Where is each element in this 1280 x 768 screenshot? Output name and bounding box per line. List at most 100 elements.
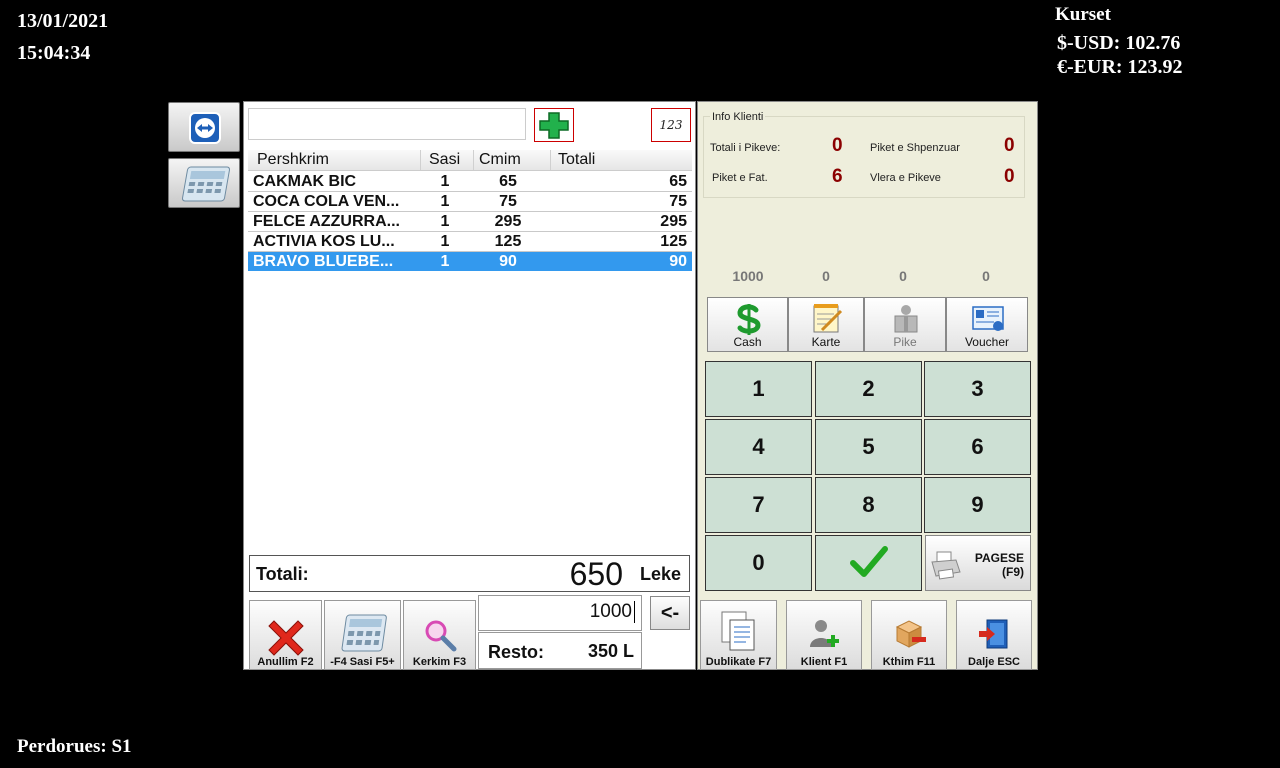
tender-card-label: Karte <box>811 335 841 349</box>
item-quantity: 1 <box>440 213 450 230</box>
rates-title: Kurset <box>1055 4 1111 25</box>
date-display: 13/01/2021 <box>17 10 109 32</box>
exit-door-icon <box>979 619 1008 649</box>
item-price: 75 <box>499 193 517 210</box>
cancel-x-icon <box>268 620 304 656</box>
tender-cash-button[interactable]: Cash <box>707 297 788 352</box>
col-price: Cmim <box>479 151 521 168</box>
table-row[interactable]: ACTIVIA KOS LU... 1 125 125 <box>248 232 692 252</box>
search-label: Kerkim F3 <box>412 656 467 668</box>
calculator-button[interactable] <box>168 158 240 208</box>
calculator-icon <box>341 614 387 652</box>
item-description: COCA COLA VEN... <box>253 193 400 210</box>
client-button[interactable]: Klient F1 <box>786 600 862 670</box>
table-row[interactable]: CAKMAK BIC 1 65 65 <box>248 172 692 192</box>
quantity-button[interactable]: -F4 Sasi F5+ <box>324 600 401 670</box>
pay-button-line2: (F9) <box>1002 565 1024 579</box>
item-description: BRAVO BLUEBE... <box>253 253 394 270</box>
item-quantity: 1 <box>440 173 450 190</box>
plus-icon <box>539 112 569 139</box>
client-info-title: Info Klienti <box>710 111 766 123</box>
cash-amount: 1000 <box>732 268 764 284</box>
total-points-value: 0 <box>832 135 843 156</box>
grid-header: Pershkrim Sasi Cmim Totali <box>248 150 692 171</box>
cash-dollar-icon <box>737 304 761 335</box>
tender-points-label: Pike <box>893 335 917 349</box>
item-price: 65 <box>499 173 517 190</box>
duplicate-document-icon <box>721 611 755 651</box>
add-client-icon <box>810 620 839 647</box>
key-8[interactable]: 8 <box>815 477 922 533</box>
change-box: Resto: 350 L <box>478 632 642 669</box>
voucher-icon <box>972 306 1004 331</box>
item-description: FELCE AZZURRA... <box>253 213 400 230</box>
exit-button[interactable]: Dalje ESC <box>956 600 1032 670</box>
tender-voucher-label: Voucher <box>964 335 1010 349</box>
col-quantity: Sasi <box>429 151 461 168</box>
spent-points-label: Piket e Shpenzuar <box>870 142 960 154</box>
search-button[interactable]: Kerkim F3 <box>403 600 476 670</box>
remote-support-button[interactable] <box>168 102 240 152</box>
payment-input[interactable]: 1000 <box>478 595 642 631</box>
col-description: Pershkrim <box>257 151 330 168</box>
calculator-icon <box>181 166 231 202</box>
card-amount: 0 <box>822 268 830 284</box>
key-2[interactable]: 2 <box>815 361 922 417</box>
key-0[interactable]: 0 <box>705 535 812 591</box>
points-gift-icon <box>894 305 918 333</box>
key-7[interactable]: 7 <box>705 477 812 533</box>
magnifier-icon <box>425 620 457 652</box>
item-total: 295 <box>660 213 687 230</box>
tender-card-button[interactable]: Karte <box>788 297 864 352</box>
eur-rate: €-EUR: 123.92 <box>1057 56 1183 78</box>
item-total: 75 <box>669 193 687 210</box>
points-value-label: Vlera e Pikeve <box>870 172 941 184</box>
checkmark-icon <box>849 546 888 577</box>
time-display: 15:04:34 <box>17 42 91 64</box>
backspace-button[interactable]: <- <box>650 596 690 630</box>
spent-points-value: 0 <box>1004 135 1015 156</box>
key-3[interactable]: 3 <box>924 361 1031 417</box>
total-box: Totali: 650 Leke <box>249 555 690 592</box>
change-value: 350 L <box>587 641 634 661</box>
table-row[interactable]: BRAVO BLUEBE... 1 90 90 <box>248 252 692 271</box>
user-label: Perdorues: S1 <box>17 736 132 757</box>
tender-cash-label: Cash <box>733 335 762 349</box>
add-item-button[interactable] <box>534 108 574 142</box>
teamviewer-icon <box>189 112 221 144</box>
item-description: ACTIVIA KOS LU... <box>253 233 395 250</box>
payment-input-value: 1000 <box>590 601 635 623</box>
table-row[interactable]: COCA COLA VEN... 1 75 75 <box>248 192 692 212</box>
key-5[interactable]: 5 <box>815 419 922 475</box>
quantity-label: -F4 Sasi F5+ <box>330 656 395 668</box>
duplicate-button[interactable]: Dublikate F7 <box>700 600 777 670</box>
item-price: 295 <box>494 213 522 230</box>
usd-rate: $-USD: 102.76 <box>1057 32 1181 54</box>
item-quantity: 1 <box>440 193 450 210</box>
invoice-points-value: 6 <box>832 166 843 187</box>
duplicate-label: Dublikate F7 <box>705 656 772 668</box>
pay-button[interactable]: PAGESE (F9) <box>925 535 1031 591</box>
numpad-toggle-button[interactable]: 123 <box>651 108 691 142</box>
return-button[interactable]: Kthim F11 <box>871 600 947 670</box>
voucher-amount: 0 <box>982 268 990 284</box>
key-1[interactable]: 1 <box>705 361 812 417</box>
table-row[interactable]: FELCE AZZURRA... 1 295 295 <box>248 212 692 232</box>
printer-icon <box>931 551 961 580</box>
tender-points-button[interactable]: Pike <box>864 297 946 352</box>
total-points-label: Totali i Pikeve: <box>710 142 781 154</box>
card-notepad-icon <box>813 304 843 333</box>
total-value: 650 <box>569 556 623 592</box>
cancel-button[interactable]: Anullim F2 <box>249 600 322 670</box>
key-4[interactable]: 4 <box>705 419 812 475</box>
sale-panel: 123 Pershkrim Sasi Cmim Totali CAKMAK BI… <box>243 101 696 670</box>
confirm-key[interactable] <box>815 535 922 591</box>
key-9[interactable]: 9 <box>924 477 1031 533</box>
barcode-search-input[interactable] <box>248 108 526 140</box>
key-6[interactable]: 6 <box>924 419 1031 475</box>
total-label: Totali: <box>256 564 309 584</box>
return-box-icon <box>895 620 926 648</box>
item-total: 65 <box>669 173 687 190</box>
tender-voucher-button[interactable]: Voucher <box>946 297 1028 352</box>
cancel-label: Anullim F2 <box>257 656 314 668</box>
